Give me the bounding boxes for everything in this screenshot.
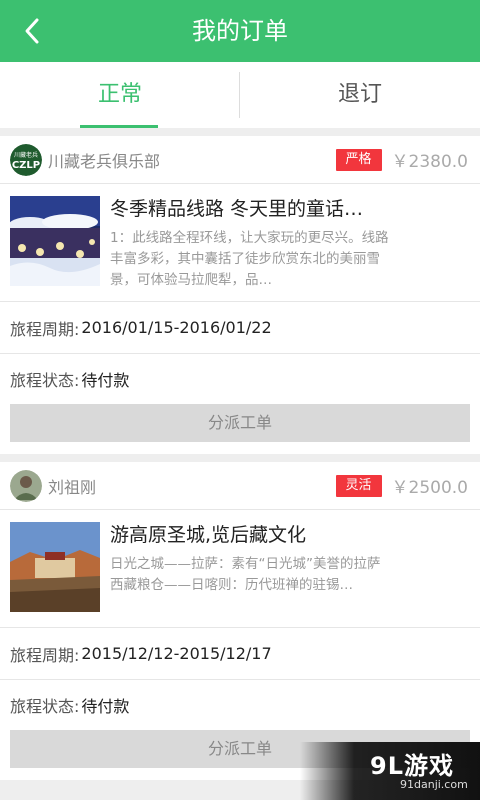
page-title: 我的订单 xyxy=(192,17,288,45)
product-title: 游高原圣城,览后藏文化 xyxy=(110,524,307,546)
trip-status-value: 待付款 xyxy=(81,371,130,390)
tab-divider xyxy=(239,72,240,118)
order-card[interactable]: 刘祖刚 灵活 ￥2500.0 游高原圣城,览后藏文化 日光之城——拉萨：素有“日… xyxy=(0,462,480,780)
watermark-text: 9L游戏 xyxy=(370,752,454,780)
trip-period-value: 2016/01/15-2016/01/22 xyxy=(81,318,272,337)
shop-name: 刘祖刚 xyxy=(48,477,97,497)
app-header: 我的订单 xyxy=(0,0,480,62)
order-card-header: 川藏老兵 CZLP 川藏老兵俱乐部 严格 ￥2380.0 xyxy=(0,136,480,184)
order-card-header: 刘祖刚 灵活 ￥2500.0 xyxy=(0,462,480,510)
trip-period-label: 旅程周期: xyxy=(10,645,80,665)
product-summary[interactable]: 冬季精品线路 冬天里的童话… 1：此线路全程环线，让大家玩的更尽兴。线路丰富多彩… xyxy=(0,184,480,302)
policy-badge: 严格 xyxy=(335,148,382,171)
watermark-logo: 9L游戏 91danji.com xyxy=(300,742,480,800)
order-tabs: 正常 退订 xyxy=(0,62,480,128)
trip-period-label: 旅程周期: xyxy=(10,319,80,339)
trip-status-label: 旅程状态: xyxy=(10,371,80,390)
product-thumbnail xyxy=(10,522,100,612)
trip-status-row: 旅程状态: 待付款 xyxy=(0,354,480,404)
trip-status-value: 待付款 xyxy=(81,697,130,716)
product-thumbnail xyxy=(10,196,100,286)
avatar: 川藏老兵 CZLP xyxy=(10,143,42,176)
order-card[interactable]: 川藏老兵 CZLP 川藏老兵俱乐部 严格 ￥2380.0 冬季精品线路 冬天里的… xyxy=(0,136,480,454)
trip-period-row: 旅程周期: 2016/01/15-2016/01/22 xyxy=(0,302,480,354)
product-description: 1：此线路全程环线，让大家玩的更尽兴。线路丰富多彩，其中囊括了徒步欣赏东北的美丽… xyxy=(110,230,389,288)
order-price: ￥2380.0 xyxy=(391,152,468,172)
shop-name: 川藏老兵俱乐部 xyxy=(48,151,161,171)
tab-cancelled[interactable]: 退订 xyxy=(240,62,480,128)
product-description: 日光之城——拉萨：素有“日光城”美誉的拉萨 西藏粮仓——日喀则：历代班禅的驻锡… xyxy=(110,556,381,593)
trip-period-value: 2015/12/12-2015/12/17 xyxy=(81,644,272,663)
tab-normal[interactable]: 正常 xyxy=(0,62,240,128)
avatar xyxy=(10,469,42,502)
trip-period-row: 旅程周期: 2015/12/12-2015/12/17 xyxy=(0,628,480,680)
svg-text:CZLP: CZLP xyxy=(12,160,40,171)
trip-status-label: 旅程状态: xyxy=(10,697,80,716)
product-info: 游高原圣城,览后藏文化 日光之城——拉萨：素有“日光城”美誉的拉萨 西藏粮仓——… xyxy=(110,522,470,627)
policy-badge: 灵活 xyxy=(335,474,382,497)
dispatch-ticket-button[interactable]: 分派工单 xyxy=(10,404,470,442)
order-list: 川藏老兵 CZLP 川藏老兵俱乐部 严格 ￥2380.0 冬季精品线路 冬天里的… xyxy=(0,128,480,780)
product-title: 冬季精品线路 冬天里的童话… xyxy=(110,198,364,220)
product-summary[interactable]: 游高原圣城,览后藏文化 日光之城——拉萨：素有“日光城”美誉的拉萨 西藏粮仓——… xyxy=(0,510,480,628)
watermark-url: 91danji.com xyxy=(400,778,468,791)
trip-status-row: 旅程状态: 待付款 xyxy=(0,680,480,730)
order-price: ￥2500.0 xyxy=(391,478,468,498)
product-info: 冬季精品线路 冬天里的童话… 1：此线路全程环线，让大家玩的更尽兴。线路丰富多彩… xyxy=(110,196,470,301)
svg-text:川藏老兵: 川藏老兵 xyxy=(14,151,38,159)
